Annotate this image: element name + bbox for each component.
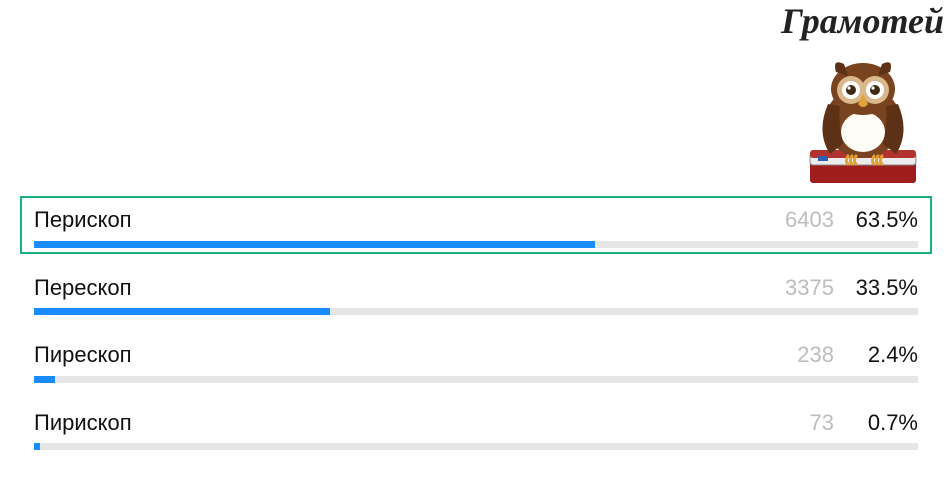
option-count: 6403 [774,206,834,235]
brand-title: Грамотей [781,0,944,42]
option-header: Пирескоп 238 2.4% [34,341,918,370]
progress-fill [34,376,55,383]
progress-fill [34,443,40,450]
option-percent: 33.5% [848,274,918,303]
progress-fill [34,308,330,315]
brand-block: Грамотей [781,0,944,194]
option-percent: 63.5% [848,206,918,235]
option-label: Пирископ [34,409,760,438]
option-percent: 0.7% [848,409,918,438]
option-label: Пирескоп [34,341,760,370]
option-count: 238 [774,341,834,370]
poll-option[interactable]: Пирископ 73 0.7% [20,399,932,457]
option-header: Пирископ 73 0.7% [34,409,918,438]
progress-track [34,443,918,450]
option-header: Перископ 6403 63.5% [34,206,918,235]
poll-options: Перископ 6403 63.5% Перескоп 3375 33.5% Пиреск… [20,196,932,466]
progress-track [34,308,918,315]
poll-option[interactable]: Перескоп 3375 33.5% [20,264,932,322]
poll-option[interactable]: Перископ 6403 63.5% [20,196,932,254]
progress-track [34,376,918,383]
option-label: Перескоп [34,274,760,303]
progress-track [34,241,918,248]
option-percent: 2.4% [848,341,918,370]
owl-on-book-icon [781,44,944,194]
option-count: 3375 [774,274,834,303]
poll-option[interactable]: Пирескоп 238 2.4% [20,331,932,389]
option-label: Перископ [34,206,760,235]
progress-fill [34,241,595,248]
option-count: 73 [774,409,834,438]
option-header: Перескоп 3375 33.5% [34,274,918,303]
